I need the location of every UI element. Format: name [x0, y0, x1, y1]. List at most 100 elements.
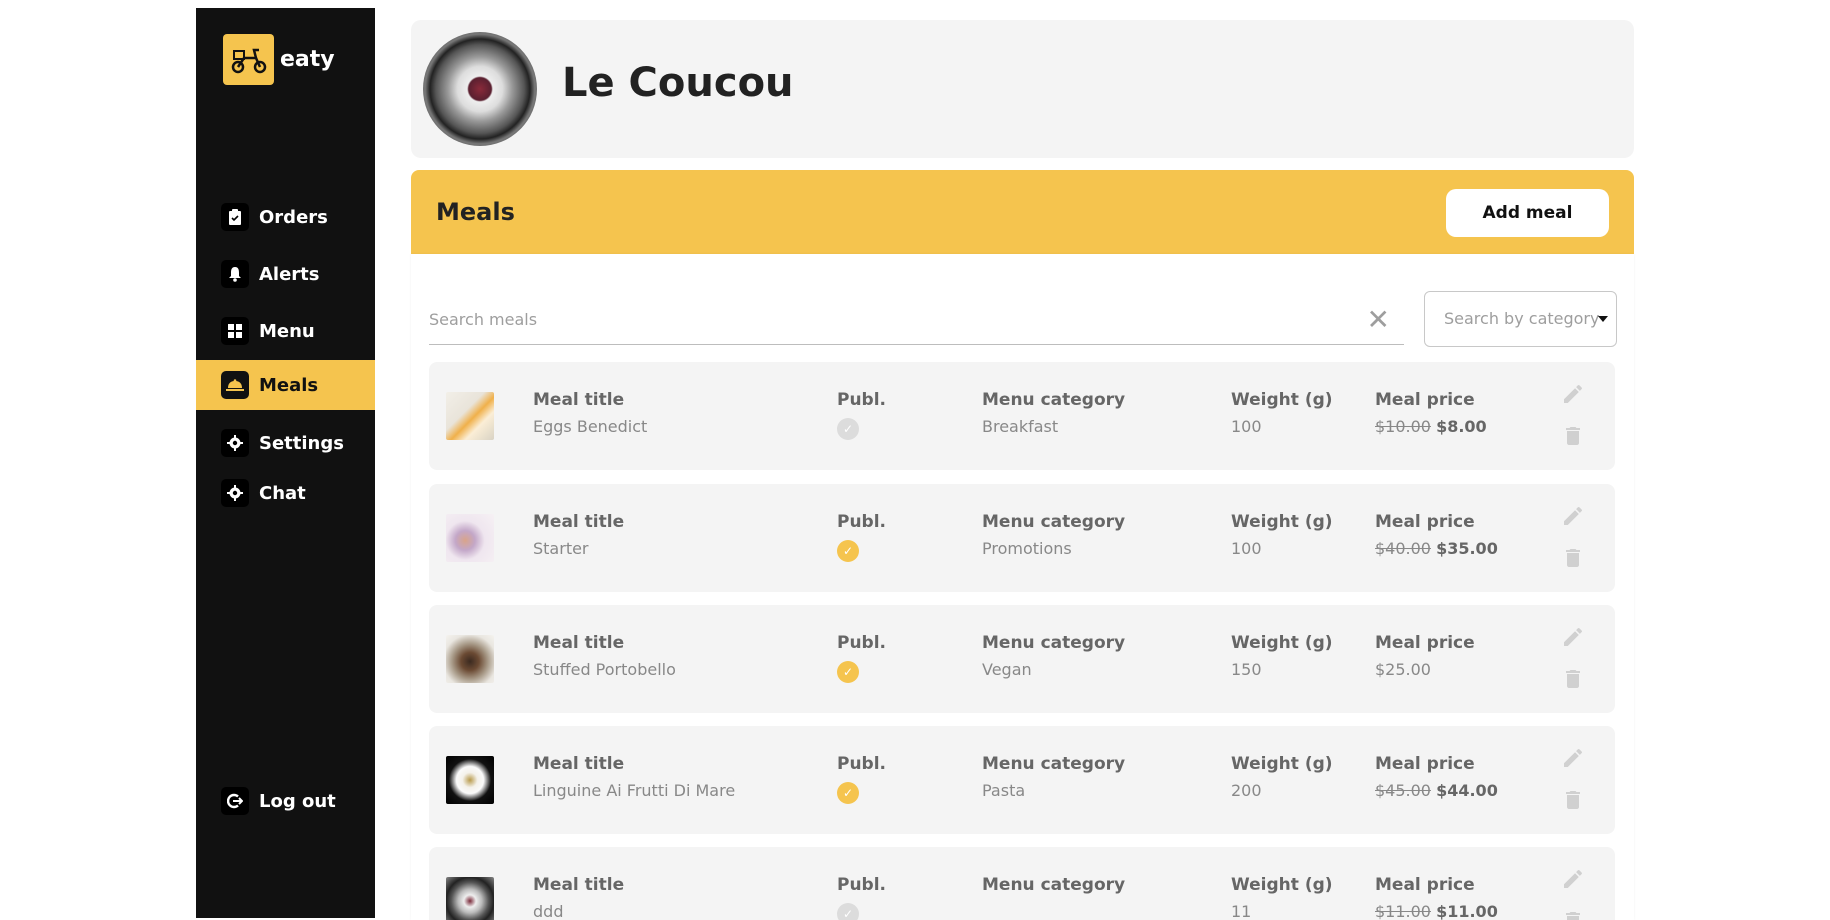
meal-title: Linguine Ai Frutti Di Mare: [533, 781, 736, 800]
cloche-icon: [221, 371, 249, 399]
meals-header: Meals Add meal: [411, 170, 1634, 254]
pencil-icon[interactable]: [1561, 625, 1585, 649]
meal-price: $40.00 $35.00: [1375, 539, 1498, 558]
column-label: Menu category: [982, 633, 1126, 653]
search-field: ✕: [429, 296, 1404, 345]
category-select[interactable]: Search by category: [1424, 291, 1617, 347]
column-label: Menu category: [982, 512, 1126, 532]
logo[interactable]: eaty: [223, 34, 335, 85]
old-price: $11.00: [1375, 902, 1431, 920]
meal-title: ddd: [533, 902, 564, 920]
pencil-icon[interactable]: [1561, 382, 1585, 406]
meal-category: Promotions: [982, 539, 1072, 558]
column-label: Publ.: [837, 754, 887, 774]
trash-icon[interactable]: [1561, 546, 1585, 570]
trash-icon[interactable]: [1561, 667, 1585, 691]
column-label: Weight (g): [1231, 633, 1333, 653]
meal-price: $25.00: [1375, 660, 1475, 679]
old-price: $10.00: [1375, 417, 1431, 436]
logout-icon: [221, 787, 249, 815]
pencil-icon[interactable]: [1561, 504, 1585, 528]
sidebar-item-label: Meals: [259, 374, 319, 396]
column-label: Meal price: [1375, 633, 1475, 653]
current-price: $25.00: [1375, 660, 1431, 679]
column-label: Weight (g): [1231, 512, 1333, 532]
restaurant-name: Le Coucou: [562, 60, 794, 106]
clipboard-icon: [221, 203, 249, 231]
published-check-icon: ✓: [837, 540, 859, 562]
column-label: Menu category: [982, 875, 1126, 895]
current-price: $11.00: [1436, 902, 1498, 920]
meal-title: Stuffed Portobello: [533, 660, 676, 679]
meal-thumbnail: [446, 756, 494, 804]
trash-icon[interactable]: [1561, 909, 1585, 920]
column-label: Publ.: [837, 512, 887, 532]
sidebar-item-alerts[interactable]: Alerts: [196, 249, 375, 299]
column-label: Weight (g): [1231, 875, 1333, 895]
column-label: Meal title: [533, 875, 625, 895]
current-price: $35.00: [1436, 539, 1498, 558]
column-label: Meal title: [533, 754, 625, 774]
column-label: Weight (g): [1231, 390, 1333, 410]
meal-thumbnail: [446, 392, 494, 440]
table-row[interactable]: Meal title ddd Publ. ✓ Menu category Weigh…: [429, 847, 1615, 920]
logout-label: Log out: [259, 790, 336, 812]
column-label: Meal title: [533, 633, 625, 653]
table-row[interactable]: Meal title Stuffed Portobello Publ. ✓ Menu…: [429, 605, 1615, 713]
meal-category: Pasta: [982, 781, 1026, 800]
search-input[interactable]: [429, 296, 1359, 342]
restaurant-header: Le Coucou: [411, 20, 1634, 158]
trash-icon[interactable]: [1561, 424, 1585, 448]
sidebar-item-label: Orders: [259, 206, 328, 228]
column-label: Meal price: [1375, 390, 1475, 410]
caret-down-icon: [1598, 316, 1608, 322]
trash-icon[interactable]: [1561, 788, 1585, 812]
meal-weight: 100: [1231, 539, 1262, 558]
meal-thumbnail: [446, 635, 494, 683]
table-row[interactable]: Meal title Starter Publ. ✓ Menu category Pr…: [429, 484, 1615, 592]
sidebar-item-meals[interactable]: Meals: [196, 360, 375, 410]
pencil-icon[interactable]: [1561, 867, 1585, 891]
logo-text: eaty: [280, 47, 335, 72]
sidebar-item-label: Menu: [259, 320, 315, 342]
column-label: Publ.: [837, 390, 887, 410]
meal-price: $11.00 $11.00: [1375, 902, 1498, 920]
close-icon[interactable]: ✕: [1367, 306, 1390, 334]
meal-category: Vegan: [982, 660, 1032, 679]
table-row[interactable]: Meal title Linguine Ai Frutti Di Mare Pub…: [429, 726, 1615, 834]
pencil-icon[interactable]: [1561, 746, 1585, 770]
column-label: Meal price: [1375, 754, 1475, 774]
column-label: Publ.: [837, 875, 887, 895]
column-label: Menu category: [982, 754, 1126, 774]
meal-weight: 100: [1231, 417, 1262, 436]
current-price: $44.00: [1436, 781, 1498, 800]
old-price: $40.00: [1375, 539, 1431, 558]
column-label: Menu category: [982, 390, 1126, 410]
meal-thumbnail: [446, 877, 494, 920]
sidebar-item-label: Settings: [259, 432, 344, 454]
column-label: Meal price: [1375, 875, 1475, 895]
sidebar-item-menu[interactable]: Menu: [196, 306, 375, 356]
logout-button[interactable]: Log out: [196, 776, 375, 826]
sidebar-item-orders[interactable]: Orders: [196, 192, 375, 242]
category-select-placeholder: Search by category: [1444, 309, 1600, 328]
meal-weight: 200: [1231, 781, 1262, 800]
sidebar-item-label: Chat: [259, 482, 306, 504]
published-check-icon: ✓: [837, 418, 859, 440]
column-label: Publ.: [837, 633, 887, 653]
meal-thumbnail: [446, 514, 494, 562]
meal-price: $10.00 $8.00: [1375, 417, 1487, 436]
meal-title: Starter: [533, 539, 589, 558]
restaurant-avatar: [423, 32, 537, 146]
current-price: $8.00: [1436, 417, 1487, 436]
gear-icon: [221, 429, 249, 457]
meal-category: Breakfast: [982, 417, 1059, 436]
column-label: Meal title: [533, 512, 625, 532]
sidebar-item-settings[interactable]: Settings: [196, 418, 375, 468]
add-meal-button[interactable]: Add meal: [1446, 189, 1609, 237]
grid-icon: [221, 317, 249, 345]
sidebar: eaty Orders Alerts Menu Meals Settings C…: [196, 8, 375, 918]
sidebar-item-chat[interactable]: Chat: [196, 468, 375, 518]
sidebar-item-label: Alerts: [259, 263, 320, 285]
table-row[interactable]: Meal title Eggs Benedict Publ. ✓ Menu cate…: [429, 362, 1615, 470]
